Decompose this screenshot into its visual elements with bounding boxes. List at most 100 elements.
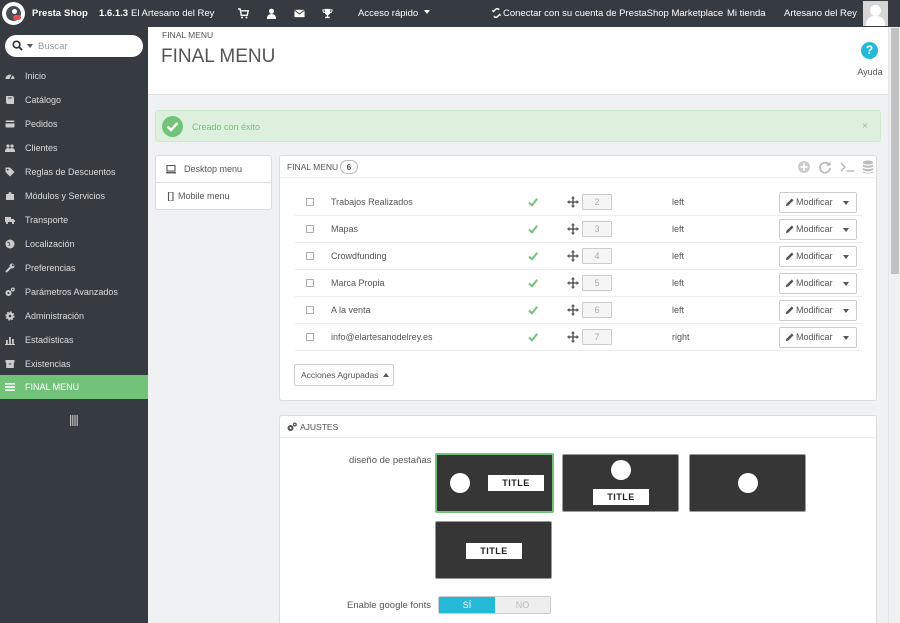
check-icon[interactable] [528, 224, 538, 234]
layout-option-1[interactable]: TITLE [435, 453, 554, 513]
employee-menu[interactable]: Artesano del Rey [784, 0, 869, 27]
toggle-yes[interactable]: SÍ [439, 597, 495, 613]
check-icon[interactable] [528, 251, 538, 261]
gear-icon [5, 311, 15, 321]
google-fonts-toggle[interactable]: SÍ NO [438, 596, 551, 614]
chevron-down-icon[interactable] [27, 44, 33, 48]
layout-option-3[interactable] [689, 454, 806, 512]
check-icon[interactable] [528, 197, 538, 207]
prestashop-logo-icon[interactable] [2, 2, 25, 25]
sidebar-item-existencias[interactable]: Existencias [0, 352, 148, 376]
drag-handle-icon[interactable] [567, 304, 579, 316]
user-icon[interactable] [266, 8, 277, 19]
position-field[interactable]: 5 [582, 275, 612, 291]
chevron-down-icon [423, 10, 430, 14]
modify-button[interactable]: Modificar [779, 273, 857, 294]
modify-button[interactable]: Modificar [779, 300, 857, 321]
sidebar-item-reglas-descuentos[interactable]: Reglas de Descuentos [0, 160, 148, 184]
tab-design-label: diseño de pestañas [349, 455, 432, 466]
chevron-down-icon[interactable] [843, 228, 849, 232]
add-icon[interactable] [797, 160, 811, 174]
tab-desktop-menu[interactable]: Desktop menu [156, 156, 271, 183]
sidebar-item-inicio[interactable]: Inicio [0, 64, 148, 88]
check-icon[interactable] [528, 332, 538, 342]
row-checkbox[interactable] [306, 306, 314, 314]
cogs-icon [5, 287, 15, 296]
quick-access-menu[interactable]: Acceso rápido [358, 0, 430, 27]
search-input[interactable] [38, 38, 138, 54]
users-icon [5, 144, 15, 152]
help-button[interactable]: ? Ayuda [850, 39, 890, 83]
sidebar-item-transporte[interactable]: Transporte [0, 208, 148, 232]
employee-name: Artesano del Rey [784, 8, 857, 19]
row-checkbox[interactable] [306, 252, 314, 260]
row-checkbox[interactable] [306, 279, 314, 287]
page-scrollbar[interactable] [888, 27, 900, 623]
position-field[interactable]: 2 [582, 194, 612, 210]
chevron-up-icon [383, 373, 389, 377]
database-icon[interactable] [862, 160, 874, 174]
drag-handle-icon[interactable] [567, 250, 579, 262]
chevron-down-icon[interactable] [843, 255, 849, 259]
trophy-icon[interactable] [322, 8, 333, 19]
position-field[interactable]: 4 [582, 248, 612, 264]
refresh-icon[interactable] [818, 160, 832, 174]
sidebar-item-catalogo[interactable]: Catálogo [0, 88, 148, 112]
pencil-icon [785, 279, 794, 288]
modify-button[interactable]: Modificar [779, 219, 857, 240]
modify-label: Modificar [796, 197, 833, 207]
position-field[interactable]: 6 [582, 302, 612, 318]
position-field[interactable]: 3 [582, 221, 612, 237]
bulk-actions-button[interactable]: Acciones Agrupadas [294, 364, 394, 386]
drag-handle-icon[interactable] [567, 277, 579, 289]
row-checkbox[interactable] [306, 198, 314, 206]
sidebar-item-clientes[interactable]: Clientes [0, 136, 148, 160]
sidebar-item-label: Transporte [25, 215, 69, 225]
sidebar-item-estadisticas[interactable]: Estadísticas [0, 328, 148, 352]
drag-handle-icon[interactable] [567, 196, 579, 208]
modify-button[interactable]: Modificar [779, 192, 857, 213]
row-checkbox[interactable] [306, 333, 314, 341]
drag-handle-icon[interactable] [567, 223, 579, 235]
sidebar-item-parametros-avanzados[interactable]: Parámetros Avanzados [0, 280, 148, 304]
search-icon[interactable] [12, 40, 23, 51]
tab-mobile-menu[interactable]: Mobile menu [156, 183, 271, 210]
row-checkbox[interactable] [306, 225, 314, 233]
modify-button[interactable]: Modificar [779, 246, 857, 267]
sidebar-item-preferencias[interactable]: Preferencias [0, 256, 148, 280]
chevron-down-icon[interactable] [843, 336, 849, 340]
cart-icon[interactable] [238, 8, 249, 19]
dashboard-icon [5, 74, 15, 80]
sidebar-item-localizacion[interactable]: Localización [0, 232, 148, 256]
tags-icon [5, 167, 15, 177]
chevron-down-icon[interactable] [843, 309, 849, 313]
layout-option-4[interactable]: TITLE [435, 521, 552, 579]
toggle-no[interactable]: NO [495, 597, 550, 613]
sidebar-item-administracion[interactable]: Administración [0, 304, 148, 328]
check-icon[interactable] [528, 278, 538, 288]
avatar[interactable] [863, 1, 888, 26]
sidebar-item-pedidos[interactable]: Pedidos [0, 112, 148, 136]
marketplace-connect-link[interactable]: Conectar con su cuenta de PrestaShop Mar… [503, 0, 723, 27]
modify-button[interactable]: Modificar [779, 327, 857, 348]
chevron-down-icon[interactable] [843, 201, 849, 205]
chevron-down-icon[interactable] [843, 282, 849, 286]
alignment-value: right [672, 332, 690, 342]
position-field[interactable]: 7 [582, 329, 612, 345]
scrollbar-thumb[interactable] [891, 28, 899, 274]
sidebar-item-modulos[interactable]: Módulos y Servicios [0, 184, 148, 208]
collapse-sidebar-icon[interactable] [70, 415, 78, 426]
envelope-icon[interactable] [294, 8, 305, 19]
brand-name-presta: Presta [32, 8, 62, 19]
layout-option-2[interactable]: TITLE [562, 454, 679, 512]
version-label: 1.6.1.3 [99, 8, 129, 19]
sidebar-item-final-menu[interactable]: FINAL MENU [0, 375, 148, 399]
drag-handle-icon[interactable] [567, 331, 579, 343]
terminal-icon[interactable] [840, 160, 855, 174]
close-icon[interactable]: × [862, 111, 868, 143]
my-shop-link[interactable]: Mi tienda [727, 0, 766, 27]
table-row: Crowdfunding 4 left Modificar [295, 243, 862, 270]
breadcrumb[interactable]: FINAL MENU [162, 30, 213, 40]
shop-name[interactable]: El Artesano del Rey [131, 0, 214, 27]
check-icon[interactable] [528, 305, 538, 315]
